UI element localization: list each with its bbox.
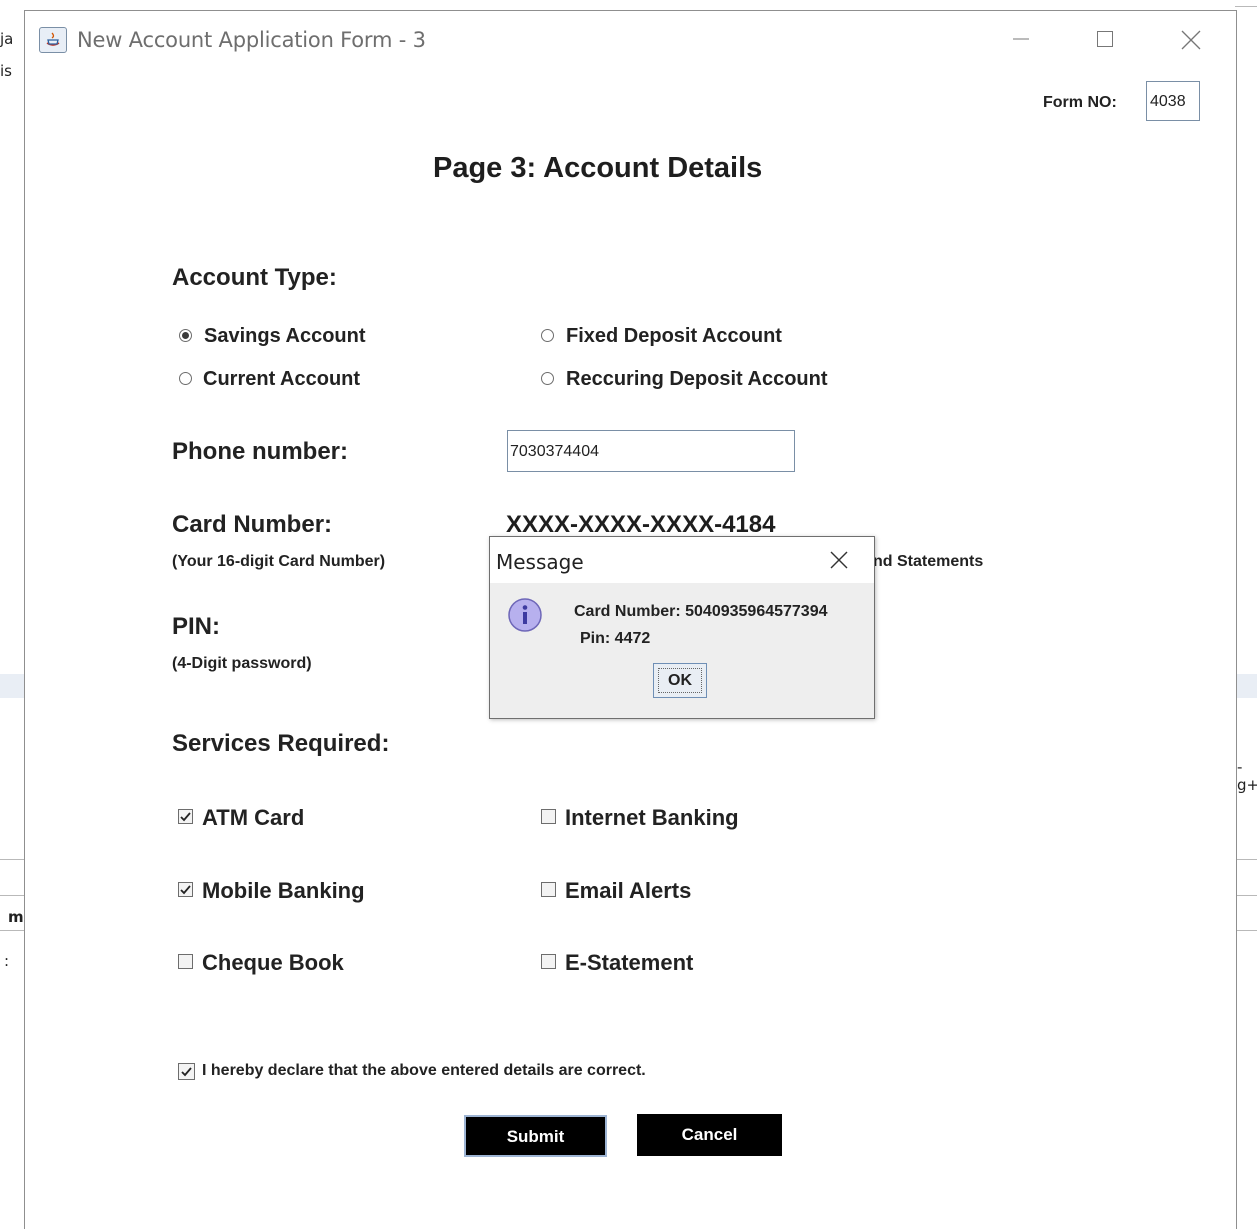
radio-savings-account[interactable]: Savings Account [177, 325, 407, 351]
background-band [0, 674, 26, 698]
close-icon [830, 551, 848, 569]
services-heading: Services Required: [172, 730, 390, 757]
ok-button[interactable]: OK [653, 663, 707, 698]
checkbox-label: Email Alerts [565, 878, 692, 903]
form-no-field[interactable]: 4038 [1146, 81, 1200, 121]
background-divider [0, 859, 26, 860]
checkbox[interactable] [541, 954, 556, 969]
checkbox-cheque-book[interactable]: Cheque Book [177, 950, 397, 976]
checkbox-label: E-Statement [565, 950, 694, 975]
submit-button[interactable]: Submit [464, 1115, 607, 1157]
radio-button[interactable] [541, 372, 554, 385]
background-text: -g+ [1237, 758, 1257, 794]
card-number-note: (Your 16-digit Card Number) [172, 553, 386, 570]
background-divider [0, 930, 26, 931]
info-icon [507, 597, 543, 633]
checkbox[interactable] [178, 882, 193, 897]
radio-button[interactable] [541, 329, 554, 342]
radio-fixed-deposit-account[interactable]: Fixed Deposit Account [540, 325, 820, 351]
checkbox[interactable] [541, 809, 556, 824]
close-button[interactable] [1168, 25, 1212, 55]
phone-label: Phone number: [172, 438, 349, 465]
message-dialog: Message Card Number: 5040935964577394 Pi… [489, 536, 875, 719]
minimize-button[interactable] [999, 25, 1043, 55]
checkbox-label: Cheque Book [202, 950, 344, 975]
checkbox[interactable] [178, 954, 193, 969]
radio-button[interactable] [179, 329, 192, 342]
form-no-label: Form NO: [1043, 94, 1117, 111]
background-text: m [8, 908, 24, 926]
minimize-icon [1013, 38, 1029, 40]
dialog-close-button[interactable] [828, 549, 850, 571]
background-text: : [4, 952, 10, 970]
page-title: Page 3: Account Details [433, 152, 763, 184]
window-title: New Account Application Form - 3 [77, 28, 426, 52]
check-icon [181, 1067, 192, 1077]
background-divider [1235, 930, 1257, 931]
radio-label: Current Account [203, 368, 361, 390]
phone-input[interactable]: 7030374404 [507, 430, 795, 472]
checkbox-label: Internet Banking [565, 805, 739, 830]
radio-label: Savings Account [204, 325, 366, 347]
radio-reccuring-deposit-account[interactable]: Reccuring Deposit Account [540, 368, 860, 394]
background-divider [1235, 6, 1257, 7]
background-band [1235, 674, 1257, 698]
checkbox-internet-banking[interactable]: Internet Banking [540, 805, 800, 831]
maximize-icon [1097, 31, 1113, 47]
background-divider [1235, 859, 1257, 860]
dialog-title-bar[interactable]: Message [490, 537, 874, 583]
declaration-label: I hereby declare that the above entered … [202, 1062, 646, 1079]
background-divider [0, 895, 26, 896]
checkbox-mobile-banking[interactable]: Mobile Banking [177, 878, 417, 904]
radio-label: Reccuring Deposit Account [566, 368, 828, 390]
card-number-label: Card Number: [172, 511, 333, 538]
title-bar[interactable]: New Account Application Form - 3 [25, 11, 1236, 69]
checkbox-label: Mobile Banking [202, 878, 365, 903]
card-number-masked: XXXX-XXXX-XXXX-4184 [506, 511, 776, 538]
checkbox[interactable] [178, 1063, 195, 1080]
check-icon [180, 885, 191, 895]
pin-label: PIN: [172, 613, 220, 640]
checkbox[interactable] [541, 882, 556, 897]
check-icon [180, 812, 191, 822]
background-text: is [0, 62, 12, 80]
radio-current-account[interactable]: Current Account [177, 368, 407, 394]
maximize-button[interactable] [1083, 25, 1127, 55]
close-icon [1181, 30, 1201, 50]
ok-button-label: OK [658, 668, 702, 693]
checkbox-email-alerts[interactable]: Email Alerts [540, 878, 760, 904]
account-type-heading: Account Type: [172, 264, 337, 291]
checkbox-label: ATM Card [202, 805, 305, 830]
cancel-button[interactable]: Cancel [637, 1114, 782, 1156]
background-divider [1235, 895, 1257, 896]
checkbox[interactable] [178, 809, 193, 824]
radio-label: Fixed Deposit Account [566, 325, 782, 347]
background-window [0, 0, 26, 1228]
checkbox-declaration[interactable]: I hereby declare that the above entered … [177, 1060, 737, 1082]
checkbox-e-statement[interactable]: E-Statement [540, 950, 760, 976]
dialog-title: Message [496, 550, 584, 574]
background-text: ja [0, 30, 14, 48]
dialog-pin: Pin: 4472 [580, 630, 651, 647]
checkbox-atm-card[interactable]: ATM Card [177, 805, 377, 831]
java-app-icon [39, 27, 67, 53]
radio-button[interactable] [179, 372, 192, 385]
pin-note: (4-Digit password) [172, 655, 312, 672]
card-partial-note: nd Statements [873, 553, 984, 570]
dialog-card-number: Card Number: 5040935964577394 [574, 603, 828, 620]
